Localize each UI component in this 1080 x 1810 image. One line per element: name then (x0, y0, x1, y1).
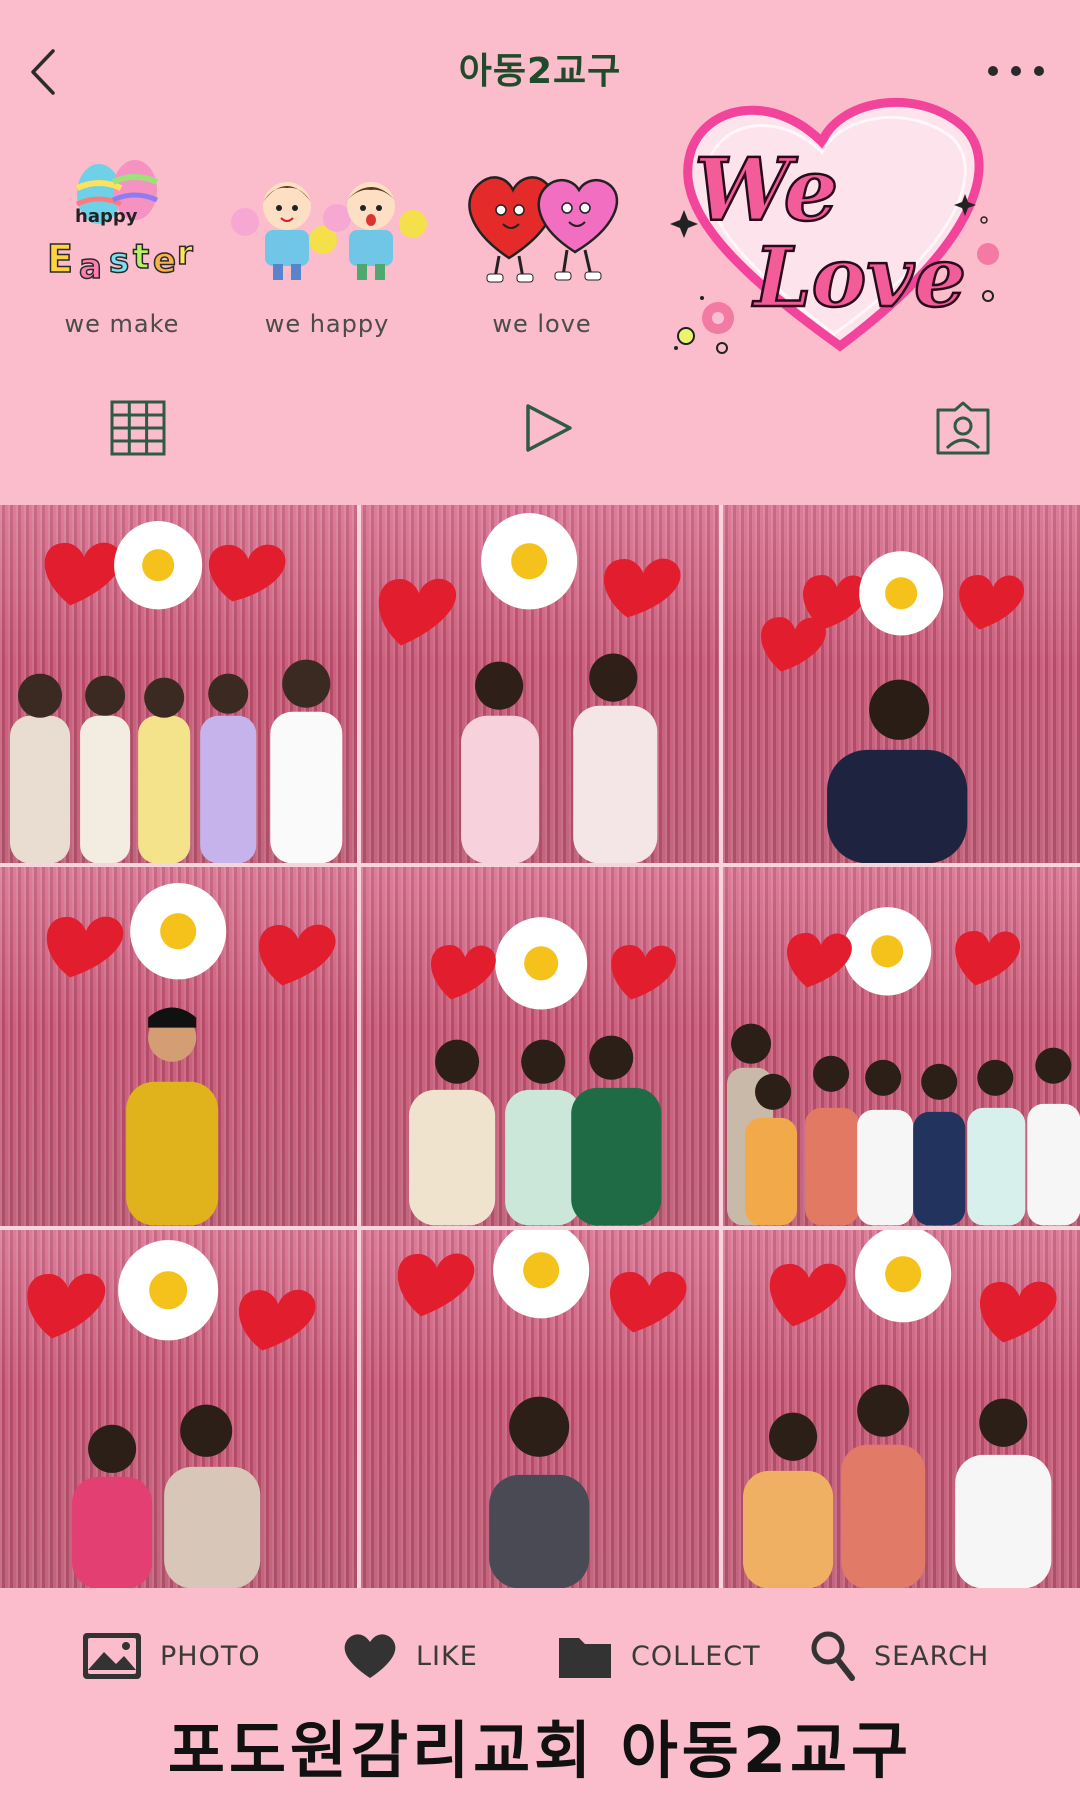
nav-like-label: LIKE (416, 1640, 478, 1672)
photo-thumbnail[interactable] (361, 505, 719, 864)
highlight-label: we love (492, 310, 592, 338)
dot (988, 66, 998, 76)
tab-grid[interactable] (103, 393, 173, 463)
nav-collect-label: COLLECT (631, 1640, 761, 1672)
svg-text:a: a (79, 247, 102, 287)
nav-photo-button[interactable]: PHOTO (82, 1626, 261, 1686)
we-text: We (694, 140, 838, 241)
photo-thumbnail[interactable] (0, 1229, 358, 1588)
svg-text:e: e (153, 241, 176, 281)
folder-icon (559, 1638, 611, 1678)
bottom-bar: PHOTO LIKE COLLECT SEARCH 포도원감리교회 아동2교구 (0, 1590, 1080, 1810)
nav-collect-button[interactable]: COLLECT (557, 1626, 761, 1686)
svg-text:s: s (109, 241, 129, 281)
svg-text:E: E (47, 237, 73, 281)
cheering-kids-sticker (231, 160, 427, 290)
photo-thumbnail[interactable] (361, 867, 719, 1226)
love-text: Love (752, 230, 966, 326)
photo-image (379, 513, 681, 864)
photo-image (409, 917, 677, 1226)
sticker-text-happy: happy (75, 206, 138, 227)
tagged-person-icon (936, 401, 990, 455)
easter-eggs-sticker: happy E a s t e r (37, 160, 207, 290)
search-icon (811, 1631, 855, 1681)
more-options-button[interactable] (988, 56, 1044, 86)
photo-thumbnail[interactable] (722, 1229, 1080, 1588)
highlight-we-happy[interactable]: we happy (231, 160, 427, 338)
photo-thumbnail[interactable] (361, 1229, 719, 1588)
grid-icon (110, 400, 166, 456)
photo-image (46, 883, 336, 1226)
svg-text:t: t (133, 237, 149, 277)
daisy-balloon (114, 521, 203, 610)
heart-icon (344, 1634, 396, 1678)
nav-search-button[interactable]: SEARCH (810, 1626, 989, 1686)
nav-like-button[interactable]: LIKE (342, 1626, 478, 1686)
photo-thumbnail[interactable] (722, 867, 1080, 1226)
photo-image (10, 521, 343, 864)
nav-search-label: SEARCH (874, 1640, 990, 1672)
heart-balloon (44, 542, 122, 606)
footer-title: 포도원감리교회 아동2교구 (167, 1714, 913, 1787)
two-hearts-sticker (457, 160, 627, 290)
svg-text:r: r (177, 234, 193, 272)
tab-tagged[interactable] (928, 393, 998, 463)
photo-thumbnail[interactable] (0, 505, 358, 864)
photo-thumbnail[interactable] (0, 867, 358, 1226)
photo-image (742, 1229, 1057, 1588)
dot (1034, 66, 1044, 76)
photo-image (27, 1239, 316, 1588)
photo-image (726, 907, 1080, 1226)
photo-grid (0, 505, 1080, 1588)
highlight-we-love[interactable]: we love (452, 160, 632, 338)
highlight-label: we happy (264, 310, 390, 338)
image-icon (83, 1633, 141, 1679)
page-title: 아동2교구 (458, 51, 622, 92)
photo-thumbnail[interactable] (722, 505, 1080, 864)
profile-tabs (0, 385, 1080, 475)
tab-reels[interactable] (513, 393, 583, 463)
photo-image (760, 551, 1024, 864)
nav-photo-label: PHOTO (160, 1640, 261, 1672)
dot (1011, 66, 1021, 76)
photo-image (398, 1229, 687, 1588)
highlight-we-make[interactable]: happy E a s t e r we make (32, 160, 212, 338)
highlight-label: we make (64, 310, 180, 338)
play-icon (526, 404, 572, 452)
we-love-logo: We Love (662, 92, 1042, 362)
